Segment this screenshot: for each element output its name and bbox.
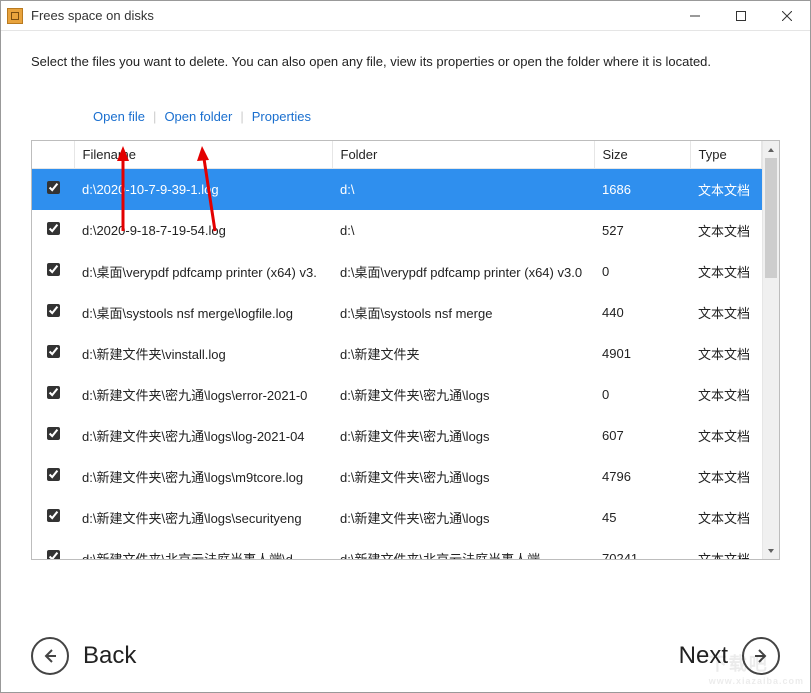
table-row[interactable]: d:\2020-9-18-7-19-54.logd:\527文本文档: [32, 210, 762, 251]
open-file-link[interactable]: Open file: [93, 109, 145, 124]
cell-size: 0: [594, 251, 690, 292]
cell-folder: d:\新建文件夹\密九通\logs: [332, 415, 594, 456]
file-actions-bar: Open file | Open folder | Properties: [31, 109, 780, 124]
cell-type: 文本文档: [690, 251, 762, 292]
cell-size: 607: [594, 415, 690, 456]
cell-folder: d:\新建文件夹\密九通\logs: [332, 456, 594, 497]
cell-filename: d:\新建文件夹\vinstall.log: [74, 333, 332, 374]
cell-folder: d:\: [332, 169, 594, 210]
row-checkbox[interactable]: [47, 427, 60, 440]
instruction-text: Select the files you want to delete. You…: [31, 53, 751, 71]
back-button[interactable]: Back: [31, 637, 136, 675]
cell-type: 文本文档: [690, 415, 762, 456]
col-header-type[interactable]: Type: [690, 141, 762, 169]
separator: |: [240, 109, 243, 124]
cell-type: 文本文档: [690, 210, 762, 251]
cell-size: 0: [594, 374, 690, 415]
content-area: Select the files you want to delete. You…: [1, 31, 810, 620]
window-title: Frees space on disks: [31, 8, 672, 23]
close-button[interactable]: [764, 1, 810, 31]
cell-type: 文本文档: [690, 538, 762, 560]
cell-type: 文本文档: [690, 169, 762, 210]
table-row[interactable]: d:\桌面\systools nsf merge\logfile.logd:\桌…: [32, 292, 762, 333]
row-checkbox[interactable]: [47, 222, 60, 235]
cell-type: 文本文档: [690, 333, 762, 374]
col-header-checkbox[interactable]: [32, 141, 74, 169]
row-checkbox[interactable]: [47, 181, 60, 194]
cell-type: 文本文档: [690, 292, 762, 333]
back-arrow-icon: [31, 637, 69, 675]
cell-type: 文本文档: [690, 456, 762, 497]
row-checkbox[interactable]: [47, 386, 60, 399]
cell-filename: d:\新建文件夹\密九通\logs\securityeng: [74, 497, 332, 538]
cell-size: 70241: [594, 538, 690, 560]
open-folder-link[interactable]: Open folder: [164, 109, 232, 124]
scroll-down-arrow[interactable]: [763, 542, 779, 559]
cell-filename: d:\新建文件夹\密九通\logs\m9tcore.log: [74, 456, 332, 497]
cell-size: 4901: [594, 333, 690, 374]
row-checkbox[interactable]: [47, 550, 60, 559]
cell-folder: d:\: [332, 210, 594, 251]
cell-size: 4796: [594, 456, 690, 497]
cell-type: 文本文档: [690, 374, 762, 415]
properties-link[interactable]: Properties: [252, 109, 311, 124]
table-row[interactable]: d:\新建文件夹\密九通\logs\securityengd:\新建文件夹\密九…: [32, 497, 762, 538]
cell-folder: d:\桌面\verypdf pdfcamp printer (x64) v3.0: [332, 251, 594, 292]
col-header-filename[interactable]: Filename: [74, 141, 332, 169]
cell-filename: d:\桌面\verypdf pdfcamp printer (x64) v3.: [74, 251, 332, 292]
cell-filename: d:\新建文件夹\北京云法庭当事人端\d: [74, 538, 332, 560]
maximize-button[interactable]: [718, 1, 764, 31]
cell-folder: d:\桌面\systools nsf merge: [332, 292, 594, 333]
col-header-folder[interactable]: Folder: [332, 141, 594, 169]
scroll-up-arrow[interactable]: [763, 141, 779, 158]
scrollbar-track[interactable]: [763, 158, 779, 542]
minimize-button[interactable]: [672, 1, 718, 31]
cell-filename: d:\2020-9-18-7-19-54.log: [74, 210, 332, 251]
cell-folder: d:\新建文件夹\密九通\logs: [332, 497, 594, 538]
next-arrow-icon: [742, 637, 780, 675]
cell-size: 527: [594, 210, 690, 251]
row-checkbox[interactable]: [47, 345, 60, 358]
table-row[interactable]: d:\新建文件夹\北京云法庭当事人端\dd:\新建文件夹\北京云法庭当事人端70…: [32, 538, 762, 560]
back-label: Back: [83, 642, 136, 670]
table-row[interactable]: d:\新建文件夹\密九通\logs\error-2021-0d:\新建文件夹\密…: [32, 374, 762, 415]
app-icon: [7, 8, 23, 24]
row-checkbox[interactable]: [47, 263, 60, 276]
col-header-size[interactable]: Size: [594, 141, 690, 169]
cell-size: 45: [594, 497, 690, 538]
row-checkbox[interactable]: [47, 468, 60, 481]
cell-type: 文本文档: [690, 497, 762, 538]
file-table-container: Filename Folder Size Type d:\2020-10-7-9…: [31, 140, 780, 560]
table-row[interactable]: d:\新建文件夹\密九通\logs\log-2021-04d:\新建文件夹\密九…: [32, 415, 762, 456]
app-window: Frees space on disks Select the files yo…: [0, 0, 811, 693]
table-row[interactable]: d:\2020-10-7-9-39-1.logd:\1686文本文档: [32, 169, 762, 210]
row-checkbox[interactable]: [47, 304, 60, 317]
cell-size: 440: [594, 292, 690, 333]
table-row[interactable]: d:\新建文件夹\vinstall.logd:\新建文件夹4901文本文档: [32, 333, 762, 374]
cell-filename: d:\新建文件夹\密九通\logs\error-2021-0: [74, 374, 332, 415]
wizard-footer: Back Next: [1, 620, 810, 692]
table-row[interactable]: d:\桌面\verypdf pdfcamp printer (x64) v3.d…: [32, 251, 762, 292]
file-table: Filename Folder Size Type d:\2020-10-7-9…: [32, 141, 762, 559]
cell-folder: d:\新建文件夹\北京云法庭当事人端: [332, 538, 594, 560]
titlebar: Frees space on disks: [1, 1, 810, 31]
table-row[interactable]: d:\新建文件夹\密九通\logs\m9tcore.logd:\新建文件夹\密九…: [32, 456, 762, 497]
cell-filename: d:\2020-10-7-9-39-1.log: [74, 169, 332, 210]
cell-size: 1686: [594, 169, 690, 210]
vertical-scrollbar[interactable]: [762, 141, 779, 559]
next-label: Next: [679, 642, 728, 670]
scrollbar-thumb[interactable]: [765, 158, 777, 278]
cell-filename: d:\桌面\systools nsf merge\logfile.log: [74, 292, 332, 333]
cell-folder: d:\新建文件夹: [332, 333, 594, 374]
row-checkbox[interactable]: [47, 509, 60, 522]
cell-filename: d:\新建文件夹\密九通\logs\log-2021-04: [74, 415, 332, 456]
separator: |: [153, 109, 156, 124]
next-button[interactable]: Next: [679, 637, 780, 675]
cell-folder: d:\新建文件夹\密九通\logs: [332, 374, 594, 415]
